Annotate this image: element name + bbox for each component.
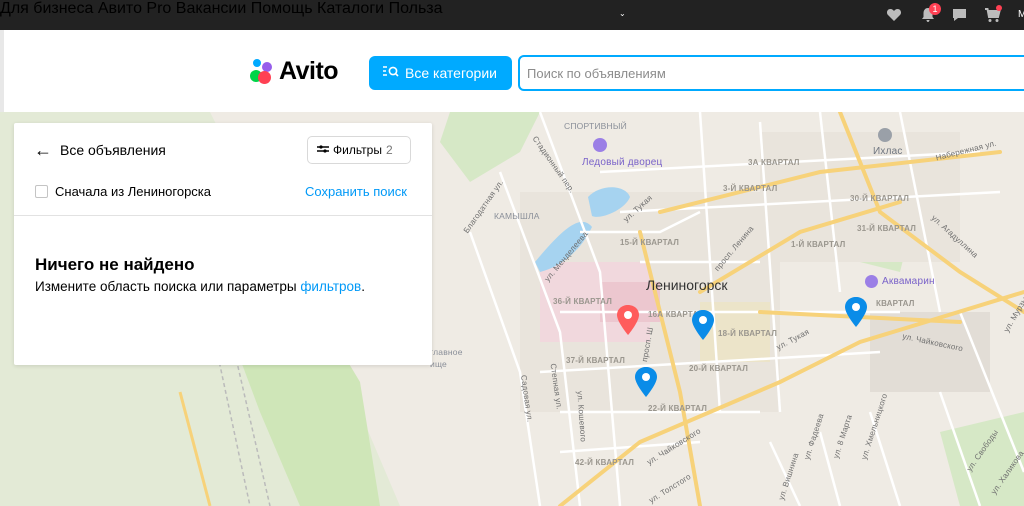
notification-badge: 1	[929, 3, 941, 15]
all-categories-button[interactable]: Все категории	[369, 56, 512, 90]
filters-label: Фильтры	[333, 143, 382, 157]
nothing-found-message: Измените область поиска или параметры	[35, 279, 301, 294]
district-label: 36-Й КВАРТАЛ	[553, 297, 613, 306]
topnav-link-business[interactable]: Для бизнеса	[0, 0, 93, 17]
nothing-found-text: Измените область поиска или параметры фи…	[35, 279, 365, 294]
chevron-down-icon: ⌄	[619, 9, 626, 18]
search-list-icon	[383, 65, 399, 81]
aquamarine-icon	[865, 275, 878, 288]
map-label-kamyshla: КАМЫШЛА	[494, 211, 540, 221]
map-label-sportivny: СПОРТИВНЫЙ	[564, 121, 627, 131]
sliders-icon	[317, 143, 329, 157]
filters-button[interactable]: Фильтры 2	[307, 136, 411, 164]
topnav-link-catalogs[interactable]: Каталоги	[317, 0, 384, 17]
heart-icon[interactable]	[886, 7, 902, 28]
filters-link[interactable]: фильтров	[300, 279, 361, 294]
back-label: Все объявления	[60, 142, 166, 158]
map-pin-blue[interactable]	[690, 309, 716, 341]
nothing-found-period: .	[361, 279, 365, 294]
map-pin-red[interactable]	[615, 304, 641, 336]
save-search-link[interactable]: Сохранить поиск	[305, 184, 407, 199]
mosque-icon	[878, 128, 892, 142]
map-label-cemetery: ище	[430, 359, 447, 369]
map-label-cemetery: главное	[430, 347, 463, 357]
topnav-link-vacancies[interactable]: Вакансии	[176, 0, 247, 17]
checkbox-label: Сначала из Лениногорска	[55, 184, 212, 199]
ice-palace-icon	[593, 138, 607, 152]
map-city-label: Лениногорск	[646, 277, 728, 293]
topnav-link-avito-pro[interactable]: Авито Pro	[98, 0, 172, 17]
cart-icon[interactable]	[984, 5, 1002, 23]
map-pin-blue[interactable]	[843, 296, 869, 328]
map-label-ikhlas: Ихлас	[873, 146, 903, 157]
topnav-link-help[interactable]: Помощь	[251, 0, 313, 17]
site-header: Avito Все категории	[0, 30, 1024, 112]
divider	[14, 215, 432, 216]
filters-count: 2	[385, 143, 393, 157]
back-to-all-listings[interactable]: ← Все объявления	[34, 140, 166, 160]
district-label: 3А КВАРТАЛ	[748, 158, 800, 167]
chat-icon[interactable]	[951, 7, 968, 28]
district-label: 18-Й КВАРТАЛ	[718, 329, 778, 338]
map-label-ice-palace: Ледовый дворец	[582, 157, 663, 168]
topnav-link-benefit[interactable]: Польза	[389, 0, 443, 17]
arrow-left-icon: ←	[34, 140, 52, 160]
district-label: 30-Й КВАРТАЛ	[850, 194, 910, 203]
all-categories-label: Все категории	[405, 65, 497, 81]
checkbox-box[interactable]	[35, 185, 48, 198]
district-label: 20-Й КВАРТАЛ	[689, 364, 749, 373]
map-label-aquamarine: Аквамарин	[882, 276, 935, 287]
district-label: 31-Й КВАРТАЛ	[857, 224, 917, 233]
nothing-found-title: Ничего не найдено	[35, 255, 195, 274]
district-label: 1-Й КВАРТАЛ	[791, 240, 846, 249]
logo-text: Avito	[279, 56, 339, 85]
logo-dots	[250, 59, 276, 84]
search-box[interactable]	[518, 55, 1024, 91]
district-label: 3-Й КВАРТАЛ	[723, 184, 778, 193]
search-input[interactable]	[527, 66, 1007, 81]
district-label: 22-Й КВАРТАЛ	[648, 404, 708, 413]
district-label: 37-Й КВАРТАЛ	[566, 356, 626, 365]
top-navigation-bar: Для бизнеса Авито Pro Вакансии Помощь Ка…	[0, 0, 1024, 30]
district-label: 15-Й КВАРТАЛ	[620, 238, 680, 247]
user-menu[interactable]: М	[1018, 9, 1024, 20]
cart-dot	[996, 5, 1002, 11]
leninogorsk-first-checkbox[interactable]: Сначала из Лениногорска	[35, 184, 211, 199]
district-label: 42-Й КВАРТАЛ	[575, 458, 635, 467]
map-pin-blue[interactable]	[633, 366, 659, 398]
district-label: КВАРТАЛ	[876, 299, 915, 308]
results-panel: ← Все объявления Фильтры 2 Сначала из Ле…	[14, 123, 432, 365]
avito-logo[interactable]: Avito	[250, 56, 339, 85]
bell-icon[interactable]: 1	[920, 3, 941, 23]
